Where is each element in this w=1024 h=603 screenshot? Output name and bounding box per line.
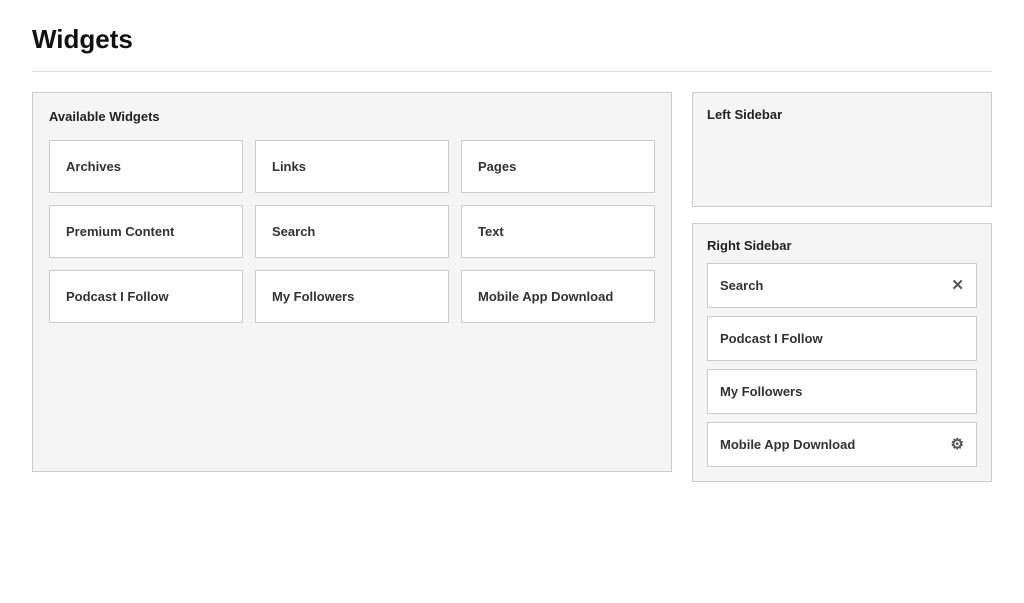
widget-item-archives[interactable]: Archives (49, 140, 243, 193)
sidebar-widget-podcast-i-follow[interactable]: Podcast I Follow (707, 316, 977, 361)
right-sidebar-widget-list: Search ✕ Podcast I Follow My Followers M… (707, 263, 977, 467)
gear-icon[interactable]: ⚙ (951, 437, 964, 452)
available-widgets-panel: Available Widgets Archives Links Pages P… (32, 92, 672, 472)
sidebars-panel: Left Sidebar Right Sidebar Search ✕ Podc… (692, 92, 992, 482)
widget-item-podcast-i-follow[interactable]: Podcast I Follow (49, 270, 243, 323)
available-widgets-title: Available Widgets (49, 109, 655, 124)
page-title: Widgets (32, 24, 992, 55)
widgets-grid: Archives Links Pages Premium Content Sea… (49, 140, 655, 323)
widget-item-mobile-app-download[interactable]: Mobile App Download (461, 270, 655, 323)
title-divider (32, 71, 992, 72)
widget-item-links[interactable]: Links (255, 140, 449, 193)
widget-item-pages[interactable]: Pages (461, 140, 655, 193)
widget-item-text[interactable]: Text (461, 205, 655, 258)
sidebar-widget-mobile-app-download[interactable]: Mobile App Download ⚙ (707, 422, 977, 467)
sidebar-widget-my-followers[interactable]: My Followers (707, 369, 977, 414)
widget-item-search[interactable]: Search (255, 205, 449, 258)
left-sidebar-title: Left Sidebar (707, 107, 977, 122)
widget-item-my-followers[interactable]: My Followers (255, 270, 449, 323)
widget-item-premium-content[interactable]: Premium Content (49, 205, 243, 258)
main-layout: Available Widgets Archives Links Pages P… (32, 92, 992, 482)
left-sidebar-section: Left Sidebar (692, 92, 992, 207)
left-sidebar-empty-area (707, 132, 977, 192)
right-sidebar-title: Right Sidebar (707, 238, 977, 253)
right-sidebar-section: Right Sidebar Search ✕ Podcast I Follow … (692, 223, 992, 482)
close-icon[interactable]: ✕ (951, 278, 964, 293)
sidebar-widget-search[interactable]: Search ✕ (707, 263, 977, 308)
